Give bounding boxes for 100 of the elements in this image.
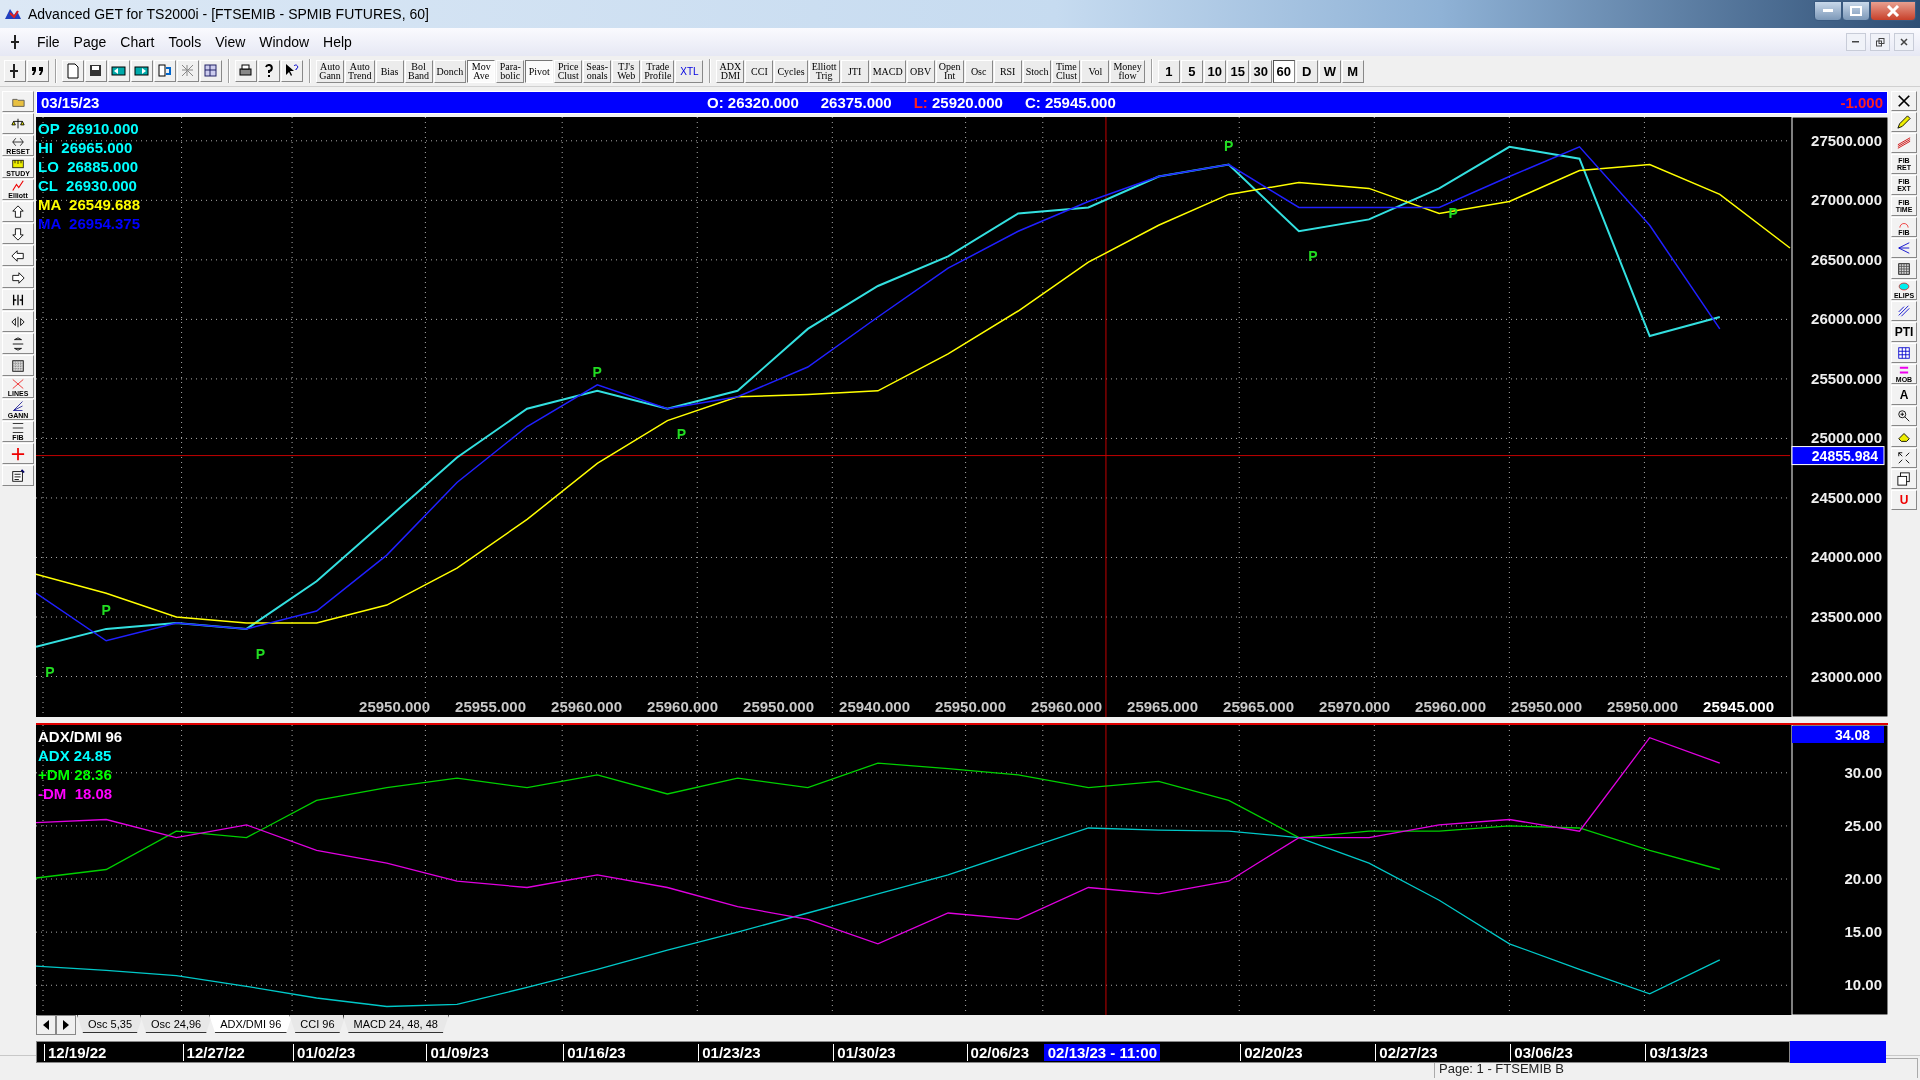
indicator-toggle[interactable]: Stoch [1022,59,1052,83]
toolbar-button[interactable] [235,60,257,82]
timeframe-button[interactable]: W [1318,59,1341,83]
timeframe-button[interactable]: 10 [1203,59,1226,83]
price-value: 25965.000 [1222,698,1294,715]
panel-tab[interactable]: Osc 24,96 [140,1015,213,1033]
toolbar-button[interactable] [4,60,26,82]
tool-button[interactable] [2,333,34,354]
indicator-toggle[interactable]: Open Int [935,59,964,83]
minimize-button[interactable] [1814,1,1842,21]
maximize-button[interactable] [1842,1,1870,21]
price-reading: 26375.000 [820,94,892,111]
toolbar-button[interactable] [281,60,303,82]
ellipse-icon [1897,281,1911,292]
app-logo-icon [4,7,22,21]
overlay-toggle[interactable]: Para- bolic [496,59,525,83]
tool-button[interactable] [2,465,34,486]
channel-icon [1897,136,1911,150]
menu-item[interactable]: Window [252,34,317,50]
tool-button[interactable] [2,113,34,134]
mob-icon [1897,365,1911,376]
timeframe-button[interactable]: 15 [1226,59,1249,83]
overlay-toggle[interactable]: Pivot [525,59,554,83]
overlay-toggle[interactable]: Price Clust [554,59,583,83]
menu-item[interactable]: Help [316,34,359,50]
tool-button[interactable] [2,223,34,244]
indicator-toggle[interactable]: ADX DMI [716,59,745,83]
panel-tab[interactable]: CCI 96 [289,1015,346,1033]
overlay-toggle[interactable]: Bias [375,59,404,83]
tool-button[interactable] [2,311,34,332]
overlay-toggle[interactable]: TJ's Web [612,59,641,83]
overlay-toggle[interactable]: XTL [675,59,704,83]
price-value: 25945.000 [1702,698,1774,715]
timeframe-button[interactable]: 60 [1272,59,1295,83]
restore-icon [1875,37,1885,47]
panel-tab[interactable]: ADX/DMI 96 [209,1015,293,1033]
panel-tab[interactable]: MACD 24, 48, 48 [342,1015,449,1033]
toolbar-button[interactable] [258,60,280,82]
indicator-toggle[interactable]: Cycles [774,59,808,83]
drawing-tool-button[interactable] [1891,343,1917,363]
overlay-toggle[interactable]: Auto Trend [345,59,375,83]
caret-left-icon [42,1020,50,1030]
menu-item[interactable]: Page [66,34,114,50]
toolbar-button[interactable] [27,60,49,82]
overlay-toggle[interactable]: Bol Band [404,59,433,83]
menu-item[interactable]: Tools [161,34,209,50]
indicator-toggle[interactable]: JTI [840,59,869,83]
date-label: 03/06/23 [1510,1044,1576,1061]
drawing-tool-button[interactable]: U [1891,490,1917,510]
toolbar-button[interactable] [108,60,130,82]
tool-button[interactable] [2,267,34,288]
menu-item[interactable]: View [208,34,253,50]
drawing-tool-button[interactable] [1891,406,1917,426]
legend-value: +DM 28.36 [38,765,113,784]
drawing-tool-button[interactable] [1891,91,1917,111]
indicator-toggle[interactable]: MACD [869,59,906,83]
reset-icon [11,136,25,148]
timeframe-button[interactable]: M [1341,59,1364,83]
indicator-toggle[interactable]: Osc [964,59,993,83]
previous-button[interactable] [36,1015,56,1035]
timeframe-button[interactable]: D [1295,59,1318,83]
grid-icon [203,63,219,79]
drawing-tool-button[interactable]: PTI [1891,322,1917,342]
overlay-toggle[interactable]: Seas- onals [583,59,612,83]
overlay-toggle[interactable]: Auto Gann [316,59,344,83]
indicator-toggle[interactable]: Time Clust [1052,59,1081,83]
timeframe-button[interactable]: 5 [1180,59,1203,83]
legend-value: OP 26910.000 [38,119,140,138]
close-button[interactable] [1870,1,1916,21]
drawing-tool-button[interactable] [1891,448,1917,468]
menu-item[interactable]: Chart [113,34,162,50]
overlay-toggle[interactable]: Mov Ave [467,59,496,83]
restore-button[interactable] [1870,33,1890,51]
menu-item[interactable]: File [30,34,67,50]
drawing-tool-button[interactable]: A [1891,385,1917,405]
price-value: 25960.000 [550,698,622,715]
indicator-toggle[interactable]: OBV [906,59,935,83]
drawing-tool-button[interactable] [1891,259,1917,279]
overlay-toggle[interactable]: Trade Profile [641,59,675,83]
panel-tab[interactable]: Osc 5,35 [77,1015,144,1033]
indicator-toggle[interactable]: RSI [993,59,1022,83]
toolbar-button[interactable] [200,60,222,82]
tool-button[interactable] [2,201,34,222]
timeframe-button[interactable]: 1 [1157,59,1180,83]
timeframe-button[interactable]: 30 [1249,59,1272,83]
tool-button[interactable] [2,355,34,376]
tool-button[interactable] [2,289,34,310]
toolbar-button[interactable] [85,60,107,82]
up-icon [11,204,25,219]
price-value: 25955.000 [454,698,526,715]
drawing-tool-button[interactable] [1891,238,1917,258]
indicator-toggle[interactable]: Elliott Trig [808,59,840,83]
indicator-toggle[interactable]: Vol [1081,59,1110,83]
toolbar-button[interactable] [131,60,153,82]
indicator-toggle[interactable]: CCI [745,59,774,83]
overlay-toggle[interactable]: Donch [433,59,467,83]
next-button[interactable] [56,1015,76,1035]
indicator-toggle[interactable]: Money flow [1110,59,1145,83]
tool-button[interactable] [2,245,34,266]
drawing-tool-button[interactable] [1891,469,1917,489]
